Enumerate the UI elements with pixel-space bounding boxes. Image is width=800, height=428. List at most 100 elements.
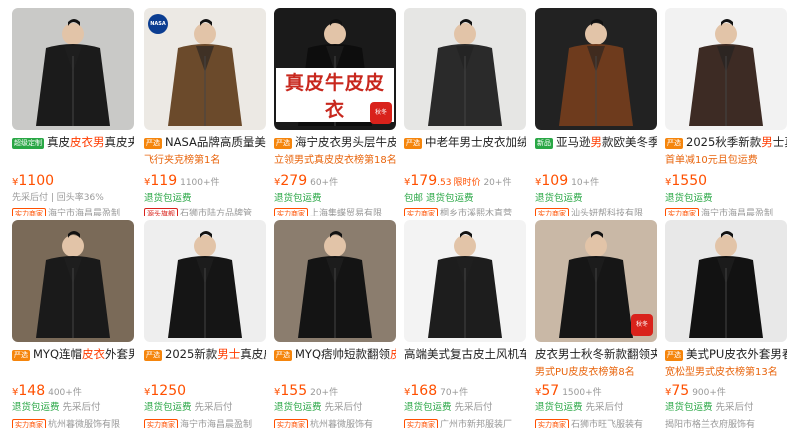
shop-name[interactable]: 汕头妍帮科技有限 <box>571 209 643 216</box>
product-image[interactable] <box>144 220 266 342</box>
shop-name[interactable]: 海宁市海昌晨盈制 <box>180 420 252 428</box>
product-card[interactable]: 真皮牛皮皮衣秋冬严选海宁皮衣男头层牛皮立立领男式真皮皮衣榜第18名 ¥27960+… <box>274 8 396 216</box>
title-text: NASA品牌高质量美式 <box>165 135 266 149</box>
price-integer: 1100 <box>18 173 55 189</box>
product-title[interactable]: 严选MYQ连帽皮衣外套男2 <box>12 346 134 362</box>
product-image[interactable] <box>404 8 526 130</box>
product-image[interactable] <box>665 8 787 130</box>
promo-sticker-icon: 秋冬 <box>370 102 392 124</box>
shop-name[interactable]: 桐乡市溪熙木直营 <box>440 209 512 216</box>
product-title[interactable]: 严选海宁皮衣男头层牛皮立 <box>274 134 396 150</box>
product-title[interactable]: 严选中老年男士皮衣加绒加 <box>404 134 526 150</box>
price-row: ¥168 70+件 <box>404 380 526 399</box>
title-text: 2025新款 <box>165 347 218 361</box>
product-title[interactable]: 新品亚马逊男款欧美冬季跨 <box>535 134 657 150</box>
nasa-logo-icon: NASA <box>148 14 168 34</box>
price-row: ¥279 60+件 <box>274 170 396 189</box>
product-image[interactable] <box>12 8 134 130</box>
shipping-text: 退货包运费 <box>144 402 192 413</box>
price-row: ¥148 400+件 <box>12 380 134 399</box>
product-title[interactable]: 严选2025新款男士真皮皮衣 <box>144 346 266 362</box>
product-title[interactable]: 严选MYQ痞帅短款翻领皮衣 <box>274 346 396 362</box>
shop-name[interactable]: 杭州暮微服饰有限 <box>48 420 120 428</box>
shop-badge: 实力商家 <box>12 419 46 428</box>
price-integer: 148 <box>18 383 46 399</box>
sold-count: 70+件 <box>440 388 469 398</box>
product-image[interactable]: NASA <box>144 8 266 130</box>
product-card[interactable]: 严选美式PU皮衣外套男春秋宽松型男式皮衣榜第13名 ¥75900+件退货包运费 先… <box>665 220 787 428</box>
product-image[interactable] <box>665 220 787 342</box>
product-image[interactable] <box>274 220 396 342</box>
shipping-text: 退货包运费 <box>535 402 583 413</box>
price-integer: 1550 <box>671 173 708 189</box>
product-card[interactable]: 超级定制真皮皮衣男真皮夹克 ¥1100 先采后付 | 回头率36% 实力商家海宁市海昌… <box>12 8 134 216</box>
return-shipping-label: 退货包运费 <box>535 190 657 204</box>
price-integer: 279 <box>280 173 308 189</box>
shop-info[interactable]: 实力商家 上海集蝶贸易有限 <box>274 206 396 216</box>
product-tag: 超级定制 <box>12 138 44 149</box>
shop-name[interactable]: 石狮市陆方品牌管 <box>180 209 252 216</box>
shop-info[interactable]: 实力商家 海宁市海昌晨盈制 <box>144 417 266 428</box>
product-title[interactable]: 严选2025秋季新款男士真皮 <box>665 134 787 150</box>
shop-name[interactable]: 广州市新邦服装厂 <box>440 420 512 428</box>
product-title[interactable]: 严选美式PU皮衣外套男春秋 <box>665 346 787 362</box>
shop-info[interactable]: 实力商家 广州市新邦服装厂 <box>404 417 526 428</box>
product-card[interactable]: 严选2025新款男士真皮皮衣¥1250退货包运费 先采后付实力商家海宁市海昌晨盈… <box>144 220 266 428</box>
shop-info[interactable]: 实力商家 海宁市海昌晨盈制 <box>12 206 134 216</box>
promo-sticker-icon: 秋冬 <box>631 314 653 336</box>
title-text-end: 款欧美冬季跨 <box>602 135 657 149</box>
sold-count: 900+件 <box>692 388 726 398</box>
sold-count: 400+件 <box>48 388 82 398</box>
sold-count: 10+件 <box>571 178 600 188</box>
product-card[interactable]: 高端美式复古皮土风机车皮 ¥16870+件退货包运费 先采后付实力商家广州市新邦服… <box>404 220 526 428</box>
product-card[interactable]: 严选中老年男士皮衣加绒加 ¥179.53限时价20+件包邮 退货包运费实力商家桐乡… <box>404 8 526 216</box>
shop-name[interactable]: 揭阳市格兰衣府服饰有 <box>665 420 755 428</box>
shop-info[interactable]: 实力商家 桐乡市溪熙木直营 <box>404 206 526 216</box>
product-title[interactable]: 皮衣男士秋冬新款翻领夹 <box>535 346 657 362</box>
price-row: ¥57 1500+件 <box>535 380 657 399</box>
shipping-text: 退货包运费 <box>12 402 60 413</box>
title-text-end: 真皮皮衣 <box>240 347 266 361</box>
shop-info[interactable]: 实力商家 海宁市海昌晨盈制 <box>665 206 787 216</box>
shipping-text: 退货包运费 <box>535 193 583 204</box>
product-title[interactable]: 超级定制真皮皮衣男真皮夹克 <box>12 134 134 150</box>
pay-later-text: 先采后付 <box>585 402 624 413</box>
product-card[interactable]: 严选MYQ痞帅短款翻领皮衣 ¥15520+件退货包运费 先采后付实力商家杭州暮微服… <box>274 220 396 428</box>
product-price: ¥148 <box>12 383 45 399</box>
price-row: ¥1100 <box>12 170 134 189</box>
return-shipping-label: 退货包运费 <box>665 190 787 204</box>
product-image[interactable] <box>535 8 657 130</box>
pay-later-text: 先采后付 <box>454 402 493 413</box>
return-shipping-label: 包邮 退货包运费 <box>404 190 526 204</box>
product-image[interactable]: 秋冬 <box>535 220 657 342</box>
shop-name[interactable]: 杭州暮微服饰有 <box>310 420 373 428</box>
title-highlight: 男 <box>590 135 603 149</box>
pay-later-text: 先采后付 <box>62 402 101 413</box>
shop-info[interactable]: 实力商家 石狮市旺飞服装有 <box>535 417 657 428</box>
shop-name[interactable]: 海宁市海昌晨盈制 <box>701 209 773 216</box>
price-row: ¥75 900+件 <box>665 380 787 399</box>
product-price: ¥179.53 <box>404 173 451 189</box>
shop-info[interactable]: 实力商家 杭州暮微服饰有 <box>274 417 396 428</box>
shop-name[interactable]: 上海集蝶贸易有限 <box>310 209 382 216</box>
product-card[interactable]: 严选2025秋季新款男士真皮首单减10元且包运费 ¥1550 退货包运费实力商家海宁… <box>665 8 787 216</box>
return-shipping-label: 退货包运费 先采后付 <box>404 399 526 413</box>
shop-name[interactable]: 石狮市旺飞服装有 <box>571 420 643 428</box>
product-image[interactable]: 真皮牛皮皮衣 秋冬 <box>274 8 396 130</box>
product-title[interactable]: 高端美式复古皮土风机车皮 <box>404 346 526 362</box>
shop-name[interactable]: 海宁市海昌晨盈制 <box>48 209 120 216</box>
shop-info[interactable]: 实力商家 汕头妍帮科技有限 <box>535 206 657 216</box>
product-image[interactable] <box>12 220 134 342</box>
shop-info[interactable]: 揭阳市格兰衣府服饰有 <box>665 417 787 428</box>
product-title[interactable]: 严选NASA品牌高质量美式 <box>144 134 266 150</box>
product-card[interactable]: 严选MYQ连帽皮衣外套男2 ¥148400+件退货包运费 先采后付实力商家杭州暮微… <box>12 220 134 428</box>
product-image[interactable] <box>404 220 526 342</box>
product-card[interactable]: NASA 严选NASA品牌高质量美式飞行夹克榜第1名 ¥1191100+件退货包运费… <box>144 8 266 216</box>
shop-info[interactable]: 源头旗舰 石狮市陆方品牌管 <box>144 206 266 216</box>
product-card[interactable]: 秋冬 皮衣男士秋冬新款翻领夹 男式PU皮皮衣榜第8名 ¥57 1500+件 退货包运费 先… <box>535 220 657 428</box>
product-price: ¥57 <box>535 383 559 399</box>
price-integer: 1250 <box>150 383 187 399</box>
product-card[interactable]: 新品亚马逊男款欧美冬季跨 ¥10910+件退货包运费实力商家汕头妍帮科技有限 <box>535 8 657 216</box>
shipping-text: 退货包运费 <box>274 193 322 204</box>
shop-info[interactable]: 实力商家 杭州暮微服饰有限 <box>12 417 134 428</box>
